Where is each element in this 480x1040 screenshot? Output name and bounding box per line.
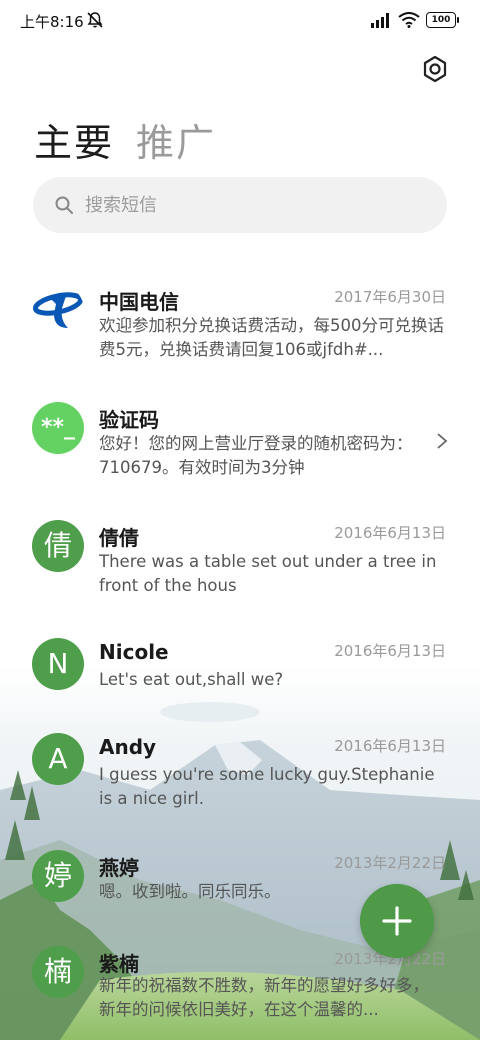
avatar: 倩 [32,520,84,572]
avatar: 婷 [32,850,84,902]
mute-bell-icon [87,12,103,28]
contact-name: Nicole [99,640,169,664]
message-preview: There was a table set out under a tree i… [99,552,437,595]
contact-name: Andy [99,735,157,759]
message-date: 2017年6月30日 [334,288,446,306]
category-tabs: 主要 推广 [34,112,216,167]
tab-promotions[interactable]: 推广 [136,112,216,167]
status-bar: 上午8:16 100 [0,0,480,40]
message-date: 2013年2月22日 [334,854,446,872]
contact-name: 验证码 [99,408,159,432]
search-input[interactable] [85,194,385,216]
message-preview: I guess you're some lucky guy.Stephanie … [99,765,435,808]
contact-name: 中国电信 [99,290,179,314]
message-preview: 您好！您的网上营业厅登录的随机密码为：710679。有效时间为3分钟 [99,434,413,477]
avatar: 楠 [32,946,84,998]
contact-name: 紫楠 [99,952,139,976]
message-preview: 欢迎参加积分兑换话费活动，每500分可兑换话费5元，兑换话费请回复106或jfd… [99,316,444,359]
battery-indicator: 100 [426,12,459,28]
message-preview: 新年的祝福数不胜数，新年的愿望好多好多，新年的问候依旧美好，在这个温馨的... [99,976,429,1019]
search-icon [55,196,73,214]
avatar: N [32,638,84,690]
chevron-right-icon[interactable] [436,432,448,450]
tab-primary[interactable]: 主要 [34,112,114,167]
message-date: 2016年6月13日 [334,642,446,660]
wifi-icon [398,12,420,28]
status-time: 上午8:16 [20,13,84,31]
settings-gear-icon[interactable] [420,54,450,84]
contact-name: 倩倩 [99,526,139,550]
message-date: 2016年6月13日 [334,737,446,755]
china-telecom-logo-icon [32,292,84,328]
avatar: A [32,733,84,785]
contact-name: 燕婷 [99,856,139,880]
signal-icon [371,13,389,28]
message-date: 2016年6月13日 [334,524,446,542]
new-message-plus-button[interactable] [360,884,434,958]
status-indicators: 100 [370,11,459,29]
search-bar[interactable] [33,177,447,233]
avatar: **_ [32,402,84,454]
message-preview: Let's eat out,shall we? [99,670,284,689]
